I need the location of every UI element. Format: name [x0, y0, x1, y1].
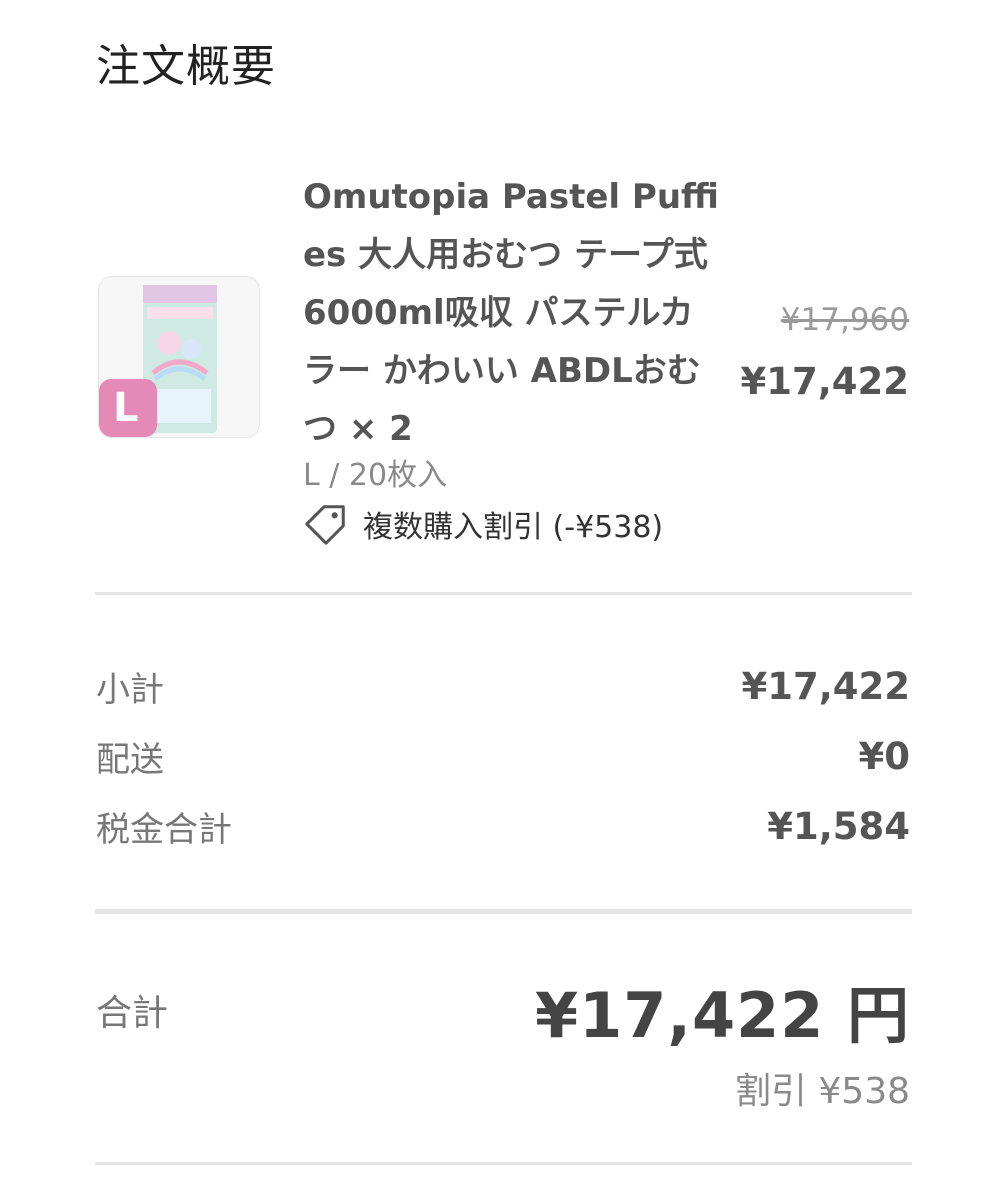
tax-value: ¥1,584	[767, 804, 910, 848]
shipping-label: 配送	[96, 739, 164, 780]
original-price: ¥17,960	[780, 302, 909, 338]
tag-icon	[305, 505, 345, 545]
total-discount: 割引 ¥538	[734, 1071, 910, 1112]
discount-label: 複数購入割引 (-¥538)	[363, 510, 664, 545]
product-title[interactable]: Omutopia Pastel Puffies 大人用おむつ テープ式 6000…	[303, 168, 723, 458]
total-label: 合計	[96, 993, 169, 1034]
tax-row: 税金合計 ¥1,584	[96, 796, 910, 856]
divider	[95, 1162, 912, 1165]
subtotal-label: 小計	[96, 669, 164, 710]
total-value: ¥17,422 円	[535, 979, 910, 1052]
shipping-value: ¥0	[858, 734, 911, 778]
divider	[95, 592, 912, 595]
subtotal-value: ¥17,422	[741, 664, 910, 708]
total-row: 合計 ¥17,422 円	[96, 970, 910, 1052]
subtotal-row: 小計 ¥17,422	[96, 656, 910, 716]
final-price: ¥17,422	[740, 360, 909, 403]
price-box: ¥17,960 ¥17,422	[740, 296, 909, 412]
divider	[95, 909, 912, 914]
tax-label: 税金合計	[96, 809, 232, 850]
product-image[interactable]: L	[98, 276, 260, 438]
shipping-row: 配送 ¥0	[96, 726, 910, 786]
page-title: 注文概要	[96, 41, 276, 92]
discount-row: 複数購入割引 (-¥538)	[303, 500, 663, 548]
size-badge-label: L	[113, 385, 139, 431]
product-variant: L / 20枚入	[303, 458, 448, 493]
